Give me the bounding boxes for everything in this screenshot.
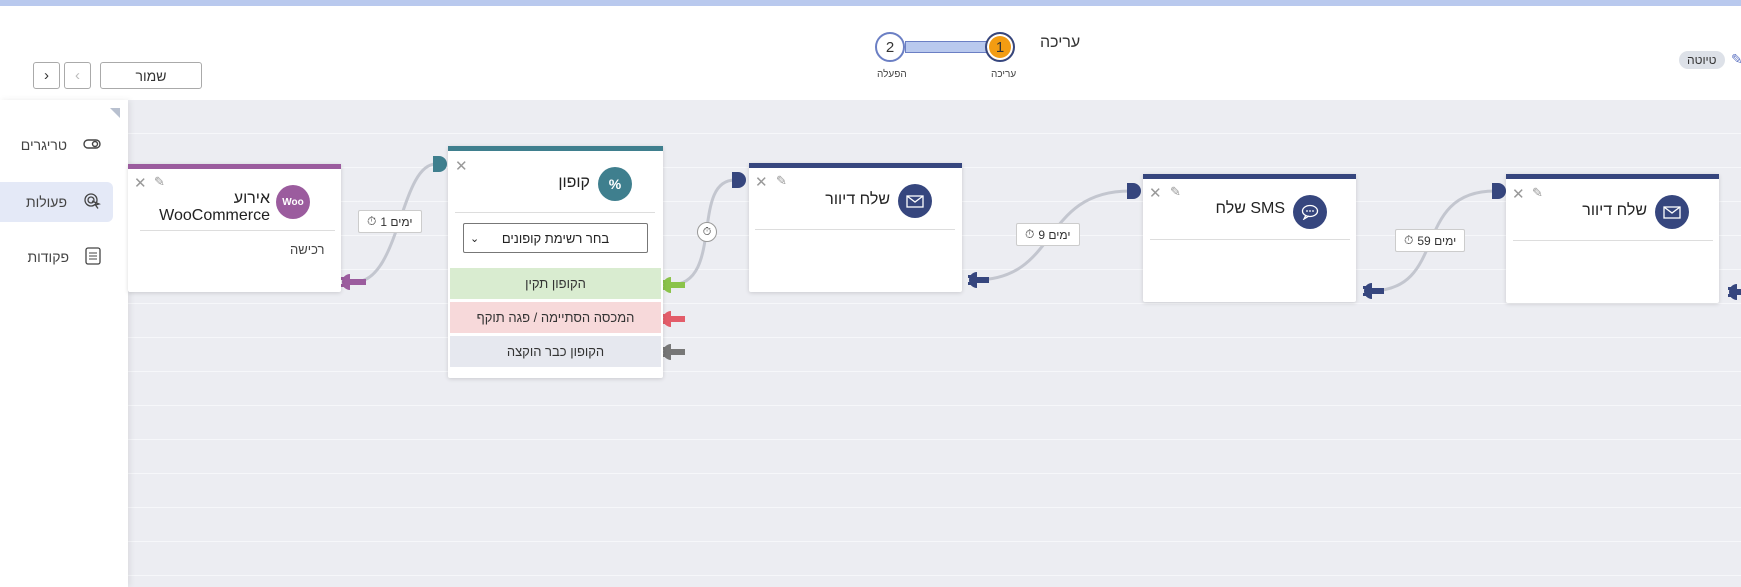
status-badge: טיוטה xyxy=(1679,51,1725,69)
coupon-list-select[interactable]: ⌄ בחר רשימת קופונים xyxy=(463,223,648,253)
envelope-icon xyxy=(898,184,932,218)
sidebar-item-triggers[interactable]: טריגרים xyxy=(0,125,113,165)
coupon-list-select-value: בחר רשימת קופונים xyxy=(501,230,610,246)
cursor-click-icon xyxy=(83,192,101,213)
pencil-icon[interactable]: ✎ xyxy=(1532,185,1543,201)
pencil-icon[interactable]: ✎ xyxy=(776,173,787,189)
node-color-bar xyxy=(1143,174,1356,179)
chat-bubble-icon xyxy=(1293,195,1327,229)
page-title: עריכה xyxy=(1040,34,1081,51)
woocommerce-icon: Woo xyxy=(276,185,310,219)
node-title: שלח SMS xyxy=(1215,200,1286,217)
sidebar-item-label: פעולות xyxy=(25,194,67,210)
outcome-already-assigned[interactable]: הקופון כבר הוקצה xyxy=(450,336,661,367)
divider xyxy=(1150,239,1350,240)
sidebar-item-actions[interactable]: פעולות xyxy=(0,182,113,222)
close-icon[interactable]: ✕ xyxy=(455,157,468,175)
divider xyxy=(755,229,955,230)
stopwatch-icon: ⏱ xyxy=(1025,227,1035,241)
sidebar-item-commands[interactable]: פקודות xyxy=(0,237,113,277)
node-title: אירוע WooCommerce xyxy=(159,190,270,224)
edit-title-icon[interactable]: ✎ xyxy=(1731,51,1741,68)
prev-arrow-button[interactable]: ‹ xyxy=(64,62,91,89)
node-color-bar xyxy=(128,164,341,169)
sidebar-item-label: פקודות xyxy=(27,249,69,265)
step-1-label: עריכה xyxy=(991,69,1017,80)
close-icon[interactable]: ✕ xyxy=(1149,184,1162,202)
step-2-label: הפעלה xyxy=(877,69,907,80)
divider xyxy=(140,230,335,231)
pencil-icon[interactable]: ✎ xyxy=(1170,184,1181,200)
collapse-corner-icon[interactable] xyxy=(110,108,120,118)
toggle-icon xyxy=(83,137,101,153)
chevron-down-icon: ⌄ xyxy=(470,232,480,245)
percent-icon: % xyxy=(598,167,632,201)
stopwatch-icon[interactable]: ⏱ xyxy=(697,222,717,242)
delay-badge[interactable]: ⏱ 1 ימים xyxy=(358,210,422,233)
node-color-bar xyxy=(749,163,962,168)
stopwatch-icon: ⏱ xyxy=(1404,233,1414,247)
node-subtitle: רכישה xyxy=(290,242,325,257)
step-1-circle[interactable]: 1 xyxy=(985,32,1015,62)
sidebar: טריגרים פעולות פקודות xyxy=(0,100,128,587)
node-title: שלח דיוור xyxy=(825,191,890,208)
node-color-bar xyxy=(448,146,663,151)
node-color-bar xyxy=(1506,174,1719,179)
close-icon[interactable]: ✕ xyxy=(1512,185,1525,203)
header xyxy=(0,6,1741,100)
envelope-icon xyxy=(1655,195,1689,229)
delay-badge[interactable]: ⏱ 59 ימים xyxy=(1395,229,1466,252)
close-icon[interactable]: ✕ xyxy=(755,173,768,191)
step-2-circle[interactable]: 2 xyxy=(875,32,905,62)
delay-badge[interactable]: ⏱ 9 ימים xyxy=(1016,223,1080,246)
outcome-valid[interactable]: הקופון תקין xyxy=(450,268,661,299)
delay-label: 9 ימים xyxy=(1038,227,1071,242)
checklist-icon xyxy=(85,246,101,268)
delay-label: 59 ימים xyxy=(1417,233,1457,248)
pencil-icon[interactable]: ✎ xyxy=(154,174,165,190)
sidebar-item-label: טריגרים xyxy=(20,137,67,153)
delay-label: 1 ימים xyxy=(380,214,413,229)
stopwatch-icon: ⏱ xyxy=(367,214,377,228)
save-button[interactable]: שמור xyxy=(100,62,202,89)
outcome-expired[interactable]: המכסה הסתיימה / פגה תוקף xyxy=(450,302,661,333)
divider xyxy=(1513,240,1713,241)
divider xyxy=(455,212,655,213)
step-progress-line xyxy=(905,41,987,53)
node-title: שלח דיוור xyxy=(1582,202,1647,219)
node-title: קופון xyxy=(558,174,590,191)
next-arrow-button[interactable]: › xyxy=(33,62,60,89)
